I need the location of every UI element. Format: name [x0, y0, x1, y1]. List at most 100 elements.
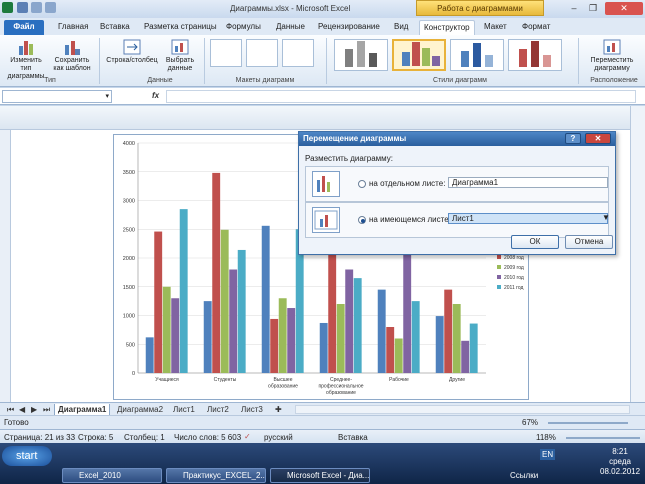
- maximize-icon[interactable]: ❐: [584, 2, 602, 15]
- undo-icon[interactable]: [31, 2, 42, 13]
- tab-data[interactable]: Данные: [272, 20, 309, 35]
- y-tick-label: 3000: [123, 199, 135, 205]
- option-existing-sheet: на имеющемся листе: Лист1 ▼: [305, 202, 610, 238]
- chart-style-red-button[interactable]: [508, 39, 562, 71]
- ok-button[interactable]: ОК: [511, 235, 559, 249]
- switch-row-column-button[interactable]: Строка/столбец: [104, 38, 160, 65]
- legend-label: 2009 год: [504, 265, 524, 271]
- minimize-icon[interactable]: ‒: [565, 2, 583, 15]
- cancel-button[interactable]: Отмена: [565, 235, 613, 249]
- horizontal-scrollbar[interactable]: [295, 405, 630, 414]
- save-as-template-button[interactable]: Сохранить как шаблон: [50, 38, 94, 73]
- vertical-scrollbar[interactable]: [630, 106, 645, 402]
- language-switch[interactable]: EN: [540, 449, 556, 460]
- bar: [212, 172, 221, 373]
- close-icon[interactable]: ✕: [605, 2, 643, 15]
- tab-insert[interactable]: Вставка: [96, 20, 134, 35]
- x-tick-label: образование: [326, 390, 356, 396]
- dialog-title-text: Перемещение диаграммы: [303, 134, 407, 143]
- chevron-down-icon[interactable]: ▼: [602, 213, 610, 222]
- excel-logo-icon: [2, 2, 13, 13]
- chart-style-blue-button[interactable]: [450, 39, 504, 71]
- bar: [336, 304, 345, 373]
- layout-3-button[interactable]: [282, 39, 314, 67]
- tab-file[interactable]: Файл: [4, 20, 44, 35]
- move-chart-dialog: Перемещение диаграммы ? ✕ Разместить диа…: [298, 131, 616, 255]
- tab-page-layout[interactable]: Разметка страницы: [140, 20, 221, 35]
- radio-new-sheet[interactable]: [358, 180, 366, 188]
- y-tick-label: 2500: [123, 227, 135, 233]
- name-box[interactable]: ▾: [2, 90, 112, 103]
- zoom-level: 118%: [536, 433, 556, 442]
- legend-label: 2008 год: [504, 255, 524, 261]
- word-status-bar: Страница: 21 из 33 Строка: 5 Столбец: 1 …: [0, 429, 645, 443]
- change-chart-type-button[interactable]: Изменить тип диаграммы: [4, 38, 48, 81]
- row-headers: [0, 130, 11, 402]
- existing-sheet-select[interactable]: Лист1: [448, 213, 608, 224]
- bar: [261, 225, 270, 373]
- formula-bar: ▾ fx: [0, 88, 645, 105]
- zoom-slider-word[interactable]: [566, 437, 640, 439]
- legend-swatch: [497, 275, 501, 279]
- help-icon[interactable]: ?: [565, 133, 581, 144]
- chart-style-gray-button[interactable]: [334, 39, 388, 71]
- ribbon-tabs: Файл Главная Вставка Разметка страницы Ф…: [0, 18, 645, 35]
- layout-1-button[interactable]: [210, 39, 242, 67]
- context-tab-chart-tools: Работа с диаграммами: [416, 0, 544, 16]
- clock[interactable]: 8:21 среда 08.02.2012: [600, 447, 640, 477]
- redo-icon[interactable]: [45, 2, 56, 13]
- y-tick-label: 3500: [123, 170, 135, 176]
- bar: [444, 289, 453, 373]
- insert-mode[interactable]: Вставка: [338, 433, 368, 442]
- zoom-slider[interactable]: [548, 422, 628, 424]
- links-label[interactable]: Ссылки: [510, 471, 538, 480]
- task-praktikus[interactable]: Практикус_EXCEL_2...: [166, 468, 266, 483]
- select-data-button[interactable]: Выбрать данные: [160, 38, 200, 73]
- tab-review[interactable]: Рецензирование: [314, 20, 384, 35]
- task-microsoft-excel[interactable]: Microsoft Excel - Диа...: [270, 468, 370, 483]
- new-sheet-icon: [312, 171, 340, 197]
- formula-input[interactable]: [166, 90, 636, 103]
- spellcheck-icon[interactable]: ✓: [244, 432, 251, 441]
- bar: [270, 318, 279, 373]
- tab-design[interactable]: Конструктор: [419, 20, 475, 35]
- option-existing-label: на имеющемся листе:: [369, 215, 451, 224]
- tab-layout[interactable]: Макет: [480, 20, 511, 35]
- tab-view[interactable]: Вид: [390, 20, 412, 35]
- ribbon: Изменить тип диаграммы Сохранить как шаб…: [0, 35, 645, 87]
- group-styles-label: Стили диаграмм: [433, 77, 487, 84]
- start-button[interactable]: start: [2, 446, 52, 466]
- excel-status-bar: Готово 67%: [0, 415, 645, 429]
- fx-icon[interactable]: fx: [152, 91, 159, 100]
- legend-swatch: [497, 265, 501, 269]
- x-tick-label: Другие: [449, 377, 465, 383]
- bar: [145, 337, 154, 373]
- option-new-sheet: на отдельном листе: Диаграмма1: [305, 166, 609, 202]
- tab-formulas[interactable]: Формулы: [222, 20, 265, 35]
- bar: [171, 298, 180, 373]
- move-chart-button[interactable]: Переместить диаграмму: [582, 38, 642, 73]
- y-tick-label: 1500: [123, 285, 135, 291]
- close-icon[interactable]: ✕: [585, 133, 611, 144]
- new-sheet-name-input[interactable]: Диаграмма1: [448, 177, 608, 188]
- tab-home[interactable]: Главная: [54, 20, 92, 35]
- radio-existing-sheet[interactable]: [358, 216, 366, 224]
- bar: [154, 231, 163, 373]
- bar: [461, 340, 470, 373]
- move-chart-icon: [603, 39, 621, 55]
- title-bar: Диаграммы.xlsx - Microsoft Excel Работа …: [0, 0, 645, 18]
- bar: [452, 304, 461, 373]
- tab-format[interactable]: Формат: [518, 20, 554, 35]
- save-icon[interactable]: [17, 2, 28, 13]
- bar: [229, 269, 238, 373]
- bar: [162, 286, 171, 373]
- group-location-label: Расположение: [590, 77, 638, 84]
- chevron-down-icon[interactable]: ▾: [105, 92, 109, 100]
- x-tick-label: Студенты: [214, 377, 237, 383]
- bar: [469, 323, 478, 373]
- task-excel-2010[interactable]: Excel_2010: [62, 468, 162, 483]
- language-indicator[interactable]: русский: [264, 433, 293, 442]
- chart-style-colorful-button[interactable]: [392, 39, 446, 71]
- layout-2-button[interactable]: [246, 39, 278, 67]
- group-type-label: Тип: [44, 77, 56, 84]
